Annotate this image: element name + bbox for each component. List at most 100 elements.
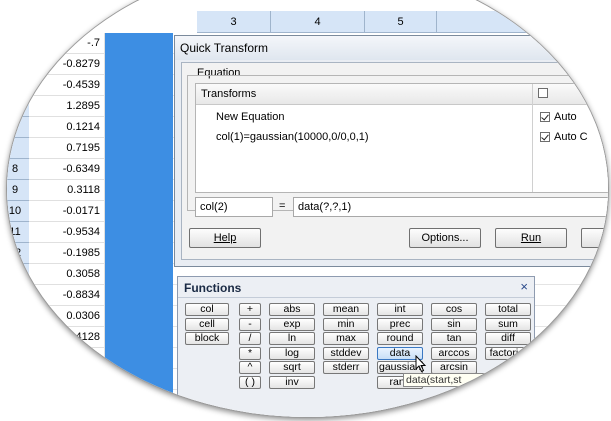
function-button-min[interactable]: min	[323, 317, 369, 331]
row-number[interactable]: 8	[7, 159, 29, 180]
auto-checkbox[interactable]	[540, 132, 550, 142]
function-button-[interactable]: +	[239, 303, 261, 316]
function-button-arccos[interactable]: arccos	[431, 346, 477, 360]
function-button-[interactable]: ( )	[239, 375, 261, 389]
auto-checkbox[interactable]	[540, 112, 550, 122]
transform-item-gaussian[interactable]: col(1)=gaussian(10000,0/0,0,1) Auto C	[196, 127, 608, 147]
auto-label: Auto C	[554, 131, 588, 143]
table-cell[interactable]: -.7	[29, 33, 105, 54]
function-button-int[interactable]: int	[377, 303, 423, 316]
row-number[interactable]	[7, 75, 29, 96]
table-cell[interactable]: -0.0171	[29, 201, 105, 222]
row-number[interactable]	[7, 348, 29, 369]
transforms-header: Transforms	[196, 84, 608, 105]
table-cell[interactable]: -0.4539	[29, 75, 105, 96]
help-button[interactable]: Help	[189, 228, 261, 248]
table-cell[interactable]: -0.1985	[29, 243, 105, 264]
spreadsheet: 3 4 5 -.7 -0.8279 -0.4539 1.2895 0.1214 0.719…	[7, 1, 608, 417]
row-number[interactable]	[7, 117, 29, 138]
table-cell[interactable]: 1.4128	[29, 327, 105, 348]
options-button[interactable]: Options...	[409, 228, 481, 248]
equals-sign: =	[279, 200, 286, 212]
magnifier-lens: 3 4 5 -.7 -0.8279 -0.4539 1.2895 0.1214 0.719…	[6, 0, 609, 418]
function-button-sin[interactable]: sin	[431, 317, 477, 331]
row-number[interactable]	[7, 285, 29, 306]
mouse-pointer-icon	[415, 355, 427, 373]
function-button-max[interactable]: max	[323, 332, 369, 345]
transform-item-label: New Equation	[216, 111, 285, 123]
function-button-mean[interactable]: mean	[323, 303, 369, 316]
function-button-stderr[interactable]: stderr	[323, 361, 369, 374]
function-button-factorial[interactable]: factorial	[485, 346, 531, 360]
table-cell[interactable]: 1.2895	[29, 96, 105, 117]
expression-field[interactable]: data(?,?,1)	[293, 197, 608, 217]
function-button-[interactable]: *	[239, 346, 261, 360]
table-cell[interactable]: 0.3118	[29, 180, 105, 201]
table-cell[interactable]: 0.3058	[29, 264, 105, 285]
function-button-diff[interactable]: diff	[485, 332, 531, 345]
function-button-ln[interactable]: ln	[269, 332, 315, 345]
function-button-cell[interactable]: cell	[185, 317, 229, 331]
function-button-sqrt[interactable]: sqrt	[269, 361, 315, 374]
function-button-exp[interactable]: exp	[269, 317, 315, 331]
functions-divider	[178, 297, 534, 298]
run-button-label: Run	[520, 232, 542, 244]
selected-column[interactable]	[105, 33, 173, 417]
table-cell[interactable]: 0.5270	[29, 369, 105, 390]
row-number[interactable]	[7, 327, 29, 348]
target-column-field[interactable]: col(2)	[195, 197, 273, 217]
function-button-[interactable]: /	[239, 332, 261, 345]
dialog-title: Quick Transform	[175, 36, 608, 60]
transforms-header-checkbox[interactable]	[538, 88, 548, 98]
row-number[interactable]	[7, 306, 29, 327]
function-button-round[interactable]: round	[377, 332, 423, 345]
column-header-4[interactable]: 4	[271, 11, 365, 33]
row-number[interactable]: 10	[7, 201, 29, 222]
row-number[interactable]: 3	[7, 264, 29, 285]
function-button-total[interactable]: total	[485, 303, 531, 316]
row-number[interactable]	[7, 369, 29, 390]
column-header-5[interactable]: 5	[365, 11, 437, 33]
table-cell[interactable]: -0.6349	[29, 159, 105, 180]
function-button-stddev[interactable]: stddev	[323, 346, 369, 360]
row-number[interactable]	[7, 54, 29, 75]
row-number[interactable]: 9	[7, 180, 29, 201]
table-cell[interactable]: -0.8834	[29, 285, 105, 306]
function-button-col[interactable]: col	[185, 303, 229, 316]
row-number[interactable]: 11	[7, 222, 29, 243]
row-number[interactable]	[7, 33, 29, 54]
table-cell[interactable]: -1.8575	[29, 348, 105, 369]
transform-item-new[interactable]: New Equation Auto	[196, 107, 608, 127]
transforms-list: Transforms New Equation Auto col(1)=gaus…	[195, 83, 608, 193]
transform-item-label: col(1)=gaussian(10000,0/0,0,1)	[216, 131, 369, 143]
auto-label: Auto	[554, 111, 577, 123]
close-icon[interactable]: ×	[520, 279, 528, 294]
function-button-sum[interactable]: sum	[485, 317, 531, 331]
function-button-[interactable]: -	[239, 317, 261, 331]
transforms-header-label: Transforms	[201, 88, 257, 100]
run-button[interactable]: Run	[495, 228, 567, 248]
help-button-label: Help	[213, 232, 237, 244]
function-button-cos[interactable]: cos	[431, 303, 477, 316]
column-header-6[interactable]	[437, 11, 537, 33]
row-number[interactable]: 12	[7, 243, 29, 264]
options-button-label: Options...	[421, 232, 469, 244]
table-cell[interactable]: -0.9534	[29, 222, 105, 243]
function-button-[interactable]: ^	[239, 361, 261, 374]
row-number[interactable]	[7, 96, 29, 117]
close-dialog-button[interactable]	[581, 228, 608, 248]
table-cell[interactable]: 0.1214	[29, 117, 105, 138]
table-cell[interactable]: -0.8279	[29, 54, 105, 75]
row-number[interactable]	[7, 138, 29, 159]
function-button-prec[interactable]: prec	[377, 317, 423, 331]
function-button-tan[interactable]: tan	[431, 332, 477, 345]
column-header-3[interactable]: 3	[197, 11, 271, 33]
function-button-block[interactable]: block	[185, 332, 229, 345]
function-button-inv[interactable]: inv	[269, 375, 315, 389]
function-button-log[interactable]: log	[269, 346, 315, 360]
function-tooltip: data(start,st	[403, 373, 523, 387]
table-cell[interactable]: 0.7195	[29, 138, 105, 159]
list-column-divider	[532, 84, 533, 192]
table-cell[interactable]: 0.0306	[29, 306, 105, 327]
function-button-abs[interactable]: abs	[269, 303, 315, 316]
